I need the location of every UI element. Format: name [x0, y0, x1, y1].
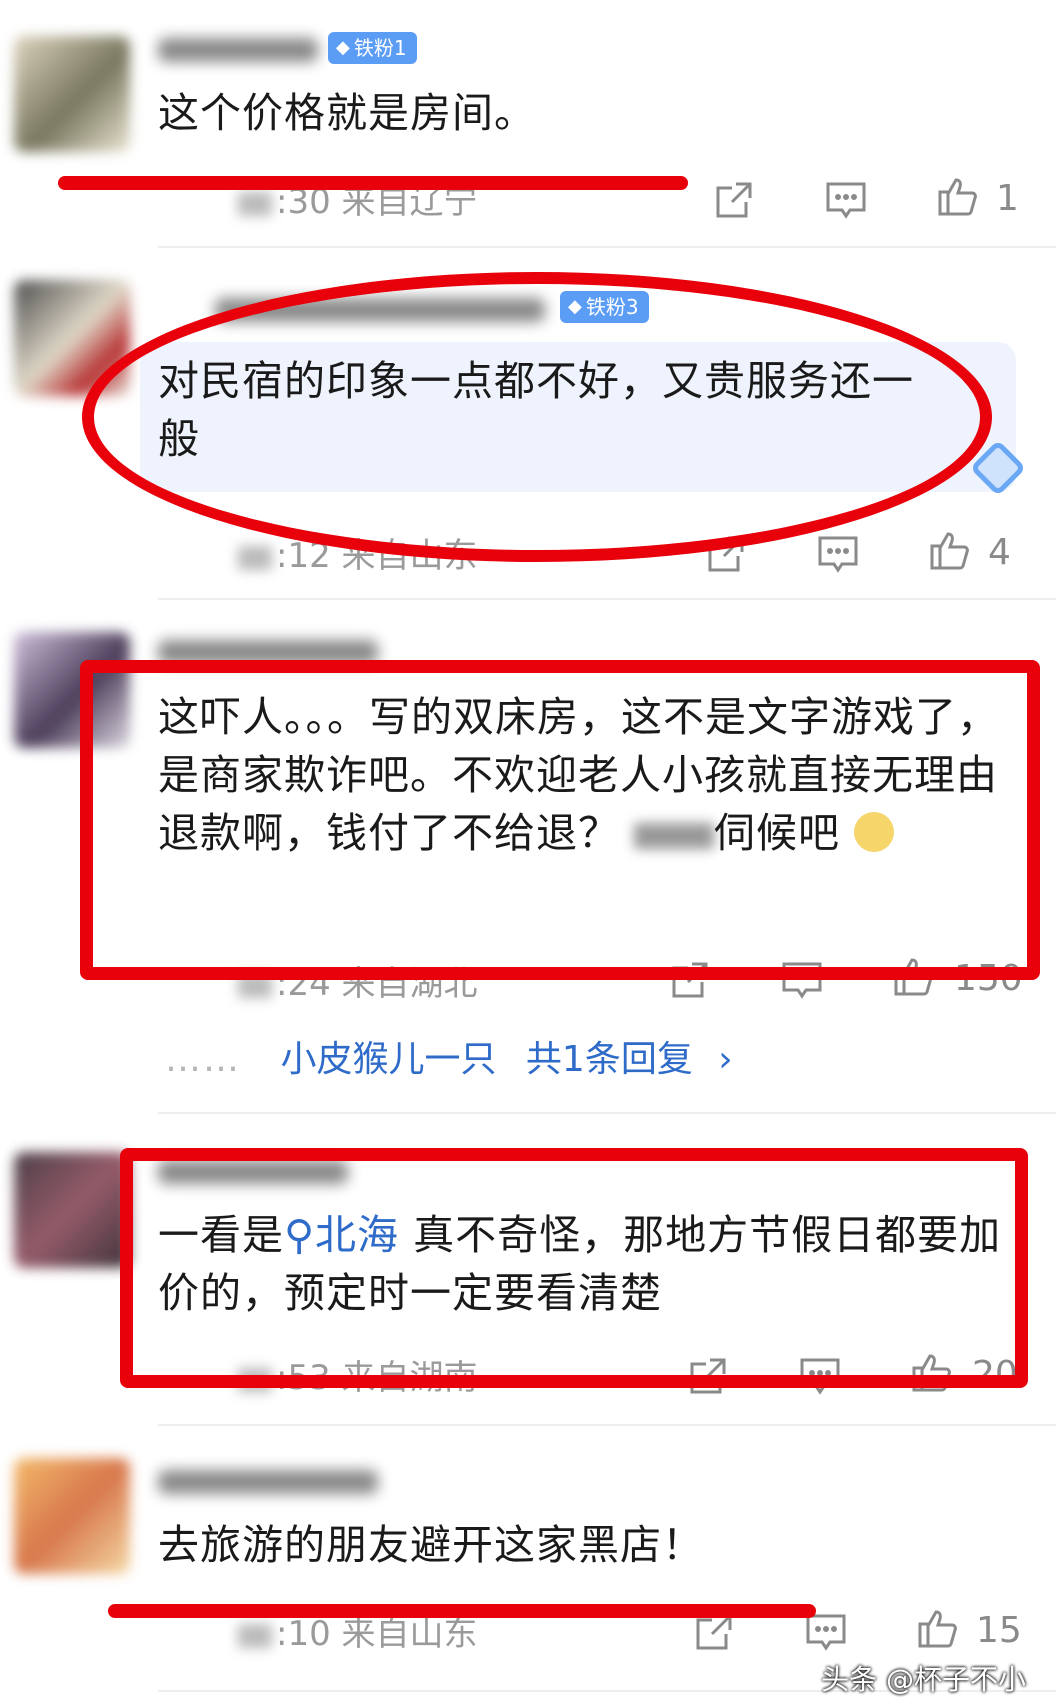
- comment-text: 去旅游的朋友避开这家黑店！: [158, 1521, 704, 1569]
- comment-location: 来自山东: [341, 1614, 478, 1654]
- divider: [158, 598, 1056, 600]
- avatar[interactable]: [14, 1152, 130, 1268]
- annotation-box: [80, 660, 1040, 980]
- divider: [158, 246, 1056, 248]
- comment-time: :10: [276, 1614, 331, 1654]
- avatar[interactable]: [14, 36, 130, 152]
- reply-summary[interactable]: …… 小皮猴儿一只 共1条回复 ›: [165, 1030, 733, 1082]
- share-icon[interactable]: [710, 176, 758, 224]
- divider: [158, 1424, 1056, 1426]
- comment-text: 这个价格就是房间。: [158, 89, 536, 137]
- chevron-right-icon: ›: [718, 1039, 733, 1080]
- like-count: 15: [976, 1610, 1022, 1651]
- annotation-box: [120, 1148, 1028, 1388]
- fan-badge-label: 铁粉1: [353, 36, 407, 60]
- diamond-icon: ◆: [336, 37, 350, 58]
- comment-icon[interactable]: [822, 176, 870, 224]
- divider: [158, 1112, 1056, 1114]
- like-icon[interactable]: [926, 526, 974, 574]
- like-count: 1: [996, 178, 1019, 219]
- fan-badge: ◆ 铁粉1: [328, 32, 417, 64]
- reply-count[interactable]: 共1条回复: [526, 1039, 693, 1080]
- annotation-underline: [58, 176, 688, 190]
- comment-icon[interactable]: [814, 530, 862, 578]
- like-icon[interactable]: [934, 172, 982, 220]
- username-blurred[interactable]: [158, 1470, 378, 1494]
- like-icon[interactable]: [914, 1604, 962, 1652]
- annotation-underline: [108, 1604, 816, 1618]
- reply-dots: ……: [165, 1039, 241, 1080]
- annotation-ellipse: [82, 272, 992, 562]
- like-count: 4: [988, 532, 1011, 573]
- watermark: 头条 @杯子不小: [821, 1663, 1026, 1696]
- username-blurred[interactable]: [158, 38, 318, 62]
- reply-user[interactable]: 小皮猴儿一只: [280, 1039, 496, 1080]
- avatar[interactable]: [14, 1458, 130, 1574]
